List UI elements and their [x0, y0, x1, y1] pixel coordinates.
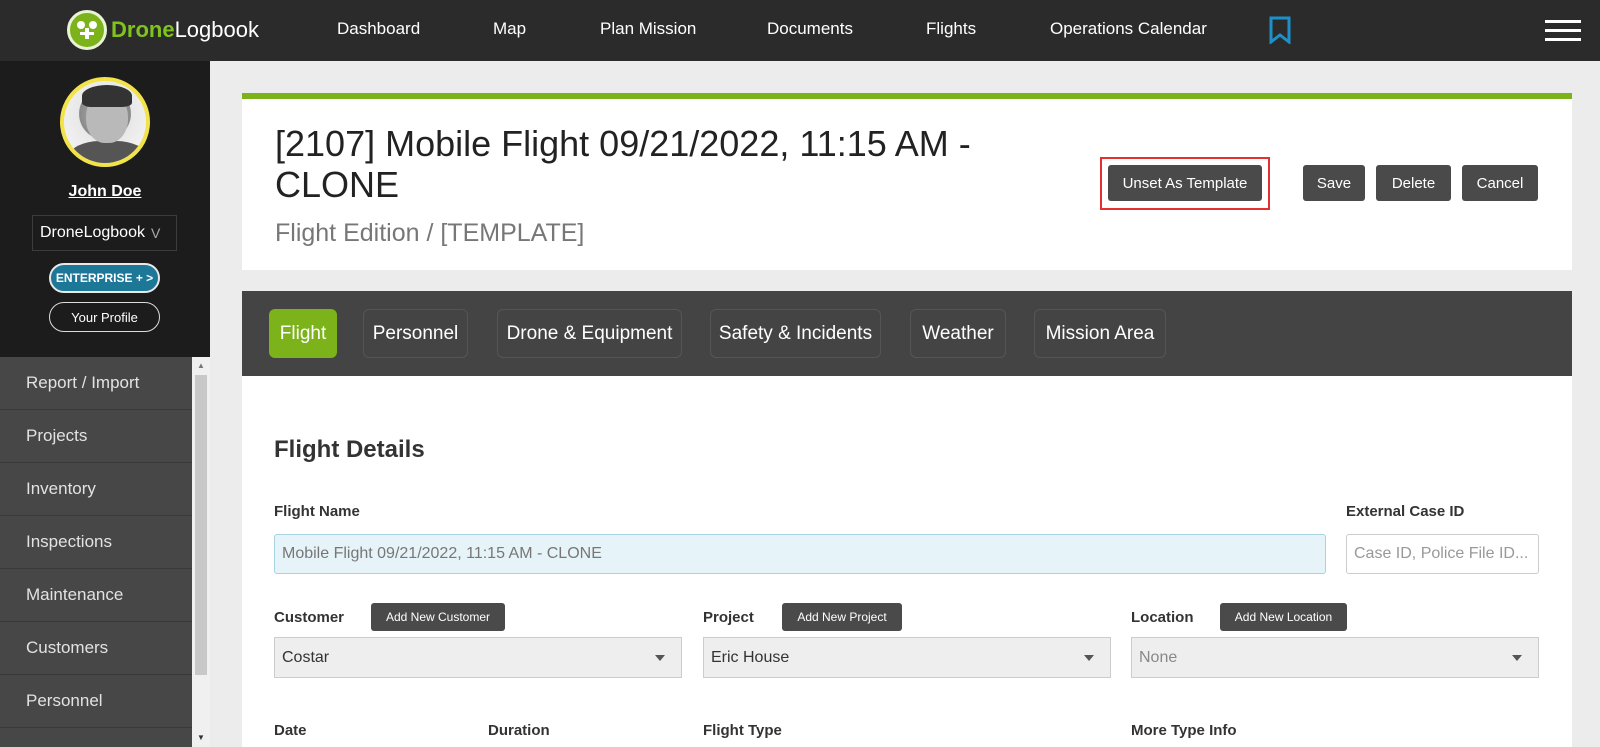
external-case-id-input[interactable]: Case ID, Police File ID...	[1346, 534, 1539, 574]
customer-label: Customer	[274, 609, 345, 626]
drone-logo-icon	[67, 10, 107, 50]
nav-flights[interactable]: Flights	[926, 19, 976, 39]
nav-map[interactable]: Map	[493, 19, 526, 39]
bookmark-icon[interactable]	[1268, 16, 1292, 49]
sidebar-item-personnel[interactable]: Personnel	[0, 675, 192, 728]
enterprise-button[interactable]: ENTERPRISE + >	[49, 263, 160, 293]
sidebar-item-maintenance[interactable]: Maintenance	[0, 569, 192, 622]
nav-dashboard[interactable]: Dashboard	[337, 19, 420, 39]
flight-type-label: Flight Type	[703, 722, 782, 739]
sidebar-scrollbar[interactable]: ▲ ▼	[192, 357, 210, 747]
sidebar-item-report-import[interactable]: Report / Import	[0, 357, 192, 410]
flight-details-panel: Flight Details Flight Name Mobile Flight…	[242, 376, 1572, 747]
sidebar-item-projects[interactable]: Projects	[0, 410, 192, 463]
hamburger-menu-icon[interactable]	[1545, 20, 1581, 47]
caret-down-icon	[655, 655, 665, 661]
external-case-label: External Case ID	[1346, 503, 1465, 520]
tab-drone-equipment[interactable]: Drone & Equipment	[497, 309, 682, 358]
unset-as-template-button[interactable]: Unset As Template	[1108, 165, 1262, 201]
add-new-customer-button[interactable]: Add New Customer	[371, 603, 505, 631]
project-select[interactable]: Eric House	[703, 637, 1111, 678]
flight-name-label: Flight Name	[274, 503, 360, 520]
user-name-link[interactable]: John Doe	[0, 183, 210, 201]
tab-bar: Flight Personnel Drone & Equipment Safet…	[242, 291, 1572, 376]
organization-select[interactable]: DroneLogbook V	[32, 215, 177, 251]
sidebar: John Doe DroneLogbook V ENTERPRISE + > Y…	[0, 61, 210, 747]
tab-personnel[interactable]: Personnel	[363, 309, 468, 358]
tab-safety-incidents[interactable]: Safety & Incidents	[710, 309, 881, 358]
sidebar-item-customers[interactable]: Customers	[0, 622, 192, 675]
delete-button[interactable]: Delete	[1376, 165, 1451, 201]
save-button[interactable]: Save	[1303, 165, 1365, 201]
your-profile-button[interactable]: Your Profile	[49, 302, 160, 332]
sidebar-menu: Report / Import Projects Inventory Inspe…	[0, 357, 192, 747]
date-label: Date	[274, 722, 307, 739]
tab-weather[interactable]: Weather	[910, 309, 1006, 358]
chevron-down-icon: V	[150, 225, 161, 241]
sidebar-item-inventory[interactable]: Inventory	[0, 463, 192, 516]
caret-down-icon	[1084, 655, 1094, 661]
add-new-project-button[interactable]: Add New Project	[782, 603, 902, 631]
organization-name: DroneLogbook	[40, 224, 145, 241]
project-label: Project	[703, 609, 754, 626]
brand-logo[interactable]: DroneLogbook	[67, 10, 259, 50]
location-select[interactable]: None	[1131, 637, 1539, 678]
section-title: Flight Details	[274, 436, 425, 463]
more-type-info-label: More Type Info	[1131, 722, 1237, 739]
scroll-up-icon[interactable]: ▲	[197, 361, 205, 370]
location-label: Location	[1131, 609, 1194, 626]
cancel-button[interactable]: Cancel	[1462, 165, 1538, 201]
brand-name: DroneLogbook	[111, 17, 259, 42]
flight-name-input[interactable]: Mobile Flight 09/21/2022, 11:15 AM - CLO…	[274, 534, 1326, 574]
project-value: Eric House	[711, 648, 790, 666]
customer-value: Costar	[282, 648, 330, 666]
page-header-card: [2107] Mobile Flight 09/21/2022, 11:15 A…	[242, 93, 1572, 270]
nav-operations-calendar[interactable]: Operations Calendar	[1050, 19, 1207, 39]
tab-mission-area[interactable]: Mission Area	[1034, 309, 1166, 358]
top-nav: DroneLogbook Dashboard Map Plan Mission …	[0, 0, 1600, 61]
sidebar-item-inspections[interactable]: Inspections	[0, 516, 192, 569]
caret-down-icon	[1512, 655, 1522, 661]
add-new-location-button[interactable]: Add New Location	[1220, 603, 1347, 631]
location-value: None	[1139, 648, 1178, 666]
scrollbar-thumb[interactable]	[195, 375, 207, 675]
tab-flight[interactable]: Flight	[269, 309, 337, 358]
sidebar-item-incidents[interactable]: Incidents	[0, 728, 192, 747]
avatar[interactable]	[60, 77, 150, 167]
nav-documents[interactable]: Documents	[767, 19, 853, 39]
nav-plan-mission[interactable]: Plan Mission	[600, 19, 696, 39]
scroll-down-icon[interactable]: ▼	[197, 733, 205, 742]
page-title: [2107] Mobile Flight 09/21/2022, 11:15 A…	[275, 123, 971, 205]
duration-label: Duration	[488, 722, 550, 739]
page-subtitle: Flight Edition / [TEMPLATE]	[275, 219, 585, 247]
customer-select[interactable]: Costar	[274, 637, 682, 678]
